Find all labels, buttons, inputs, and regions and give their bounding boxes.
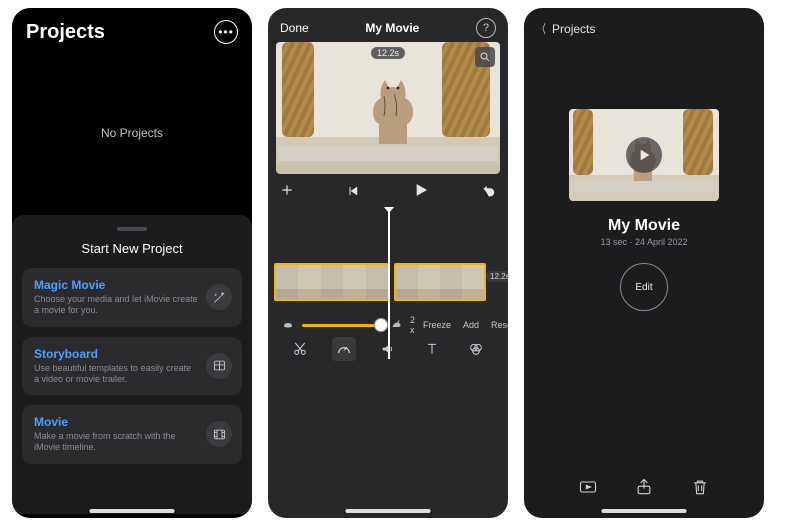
share-button[interactable] [634, 477, 654, 502]
projects-screen: Projects ••• No Projects Start New Proje… [12, 8, 252, 518]
speed-slider[interactable] [302, 324, 382, 327]
undo-button[interactable] [482, 183, 496, 202]
timeline-clip[interactable] [274, 263, 390, 301]
clip-duration-label: 12.2s [486, 271, 508, 282]
more-button[interactable]: ••• [214, 20, 238, 44]
option-title: Magic Movie [34, 278, 198, 292]
reset-button[interactable]: Reset [491, 320, 508, 330]
project-meta: 13 sec · 24 April 2022 [600, 237, 687, 247]
project-detail-screen: 〈 Projects My Movie 13 sec · 24 April 20… [524, 8, 764, 518]
play-project-button[interactable] [578, 477, 598, 502]
sheet-grabber[interactable] [117, 227, 147, 231]
duration-badge: 12.2s [371, 47, 405, 59]
option-magic-movie[interactable]: Magic Movie Choose your media and let iM… [22, 268, 242, 327]
empty-state-text: No Projects [12, 50, 252, 215]
wand-icon [206, 284, 232, 310]
option-subtitle: Make a movie from scratch with the iMovi… [34, 431, 198, 454]
zoom-button[interactable] [475, 47, 495, 67]
back-button[interactable]: 〈 Projects [524, 8, 764, 49]
volume-tool[interactable] [376, 337, 400, 361]
video-preview[interactable]: 12.2s [276, 42, 500, 174]
play-overlay-icon [626, 137, 662, 173]
timeline-clip[interactable] [394, 263, 486, 301]
sheet-title: Start New Project [12, 241, 252, 256]
prev-frame-button[interactable] [347, 184, 359, 202]
toolbar [268, 331, 508, 367]
add-button[interactable]: Add [463, 320, 479, 330]
delete-button[interactable] [690, 477, 710, 502]
help-button[interactable]: ? [476, 18, 496, 38]
storyboard-icon [206, 353, 232, 379]
play-button[interactable] [413, 182, 429, 203]
editor-screen: Done My Movie ? 12.2s 12.2s [268, 8, 508, 518]
home-indicator[interactable] [602, 509, 687, 513]
platform [278, 147, 498, 161]
home-indicator[interactable] [90, 509, 175, 513]
filters-tool[interactable] [464, 337, 488, 361]
scratch-post-left [282, 42, 314, 137]
option-title: Movie [34, 415, 198, 429]
project-thumbnail[interactable] [569, 109, 719, 201]
cut-tool[interactable] [288, 337, 312, 361]
home-indicator[interactable] [346, 509, 431, 513]
project-title: My Movie [608, 217, 680, 235]
edit-button[interactable]: Edit [620, 263, 668, 311]
rabbit-icon [390, 318, 402, 332]
option-movie[interactable]: Movie Make a movie from scratch with the… [22, 405, 242, 464]
freeze-button[interactable]: Freeze [423, 320, 451, 330]
film-icon [206, 421, 232, 447]
cat-subject [364, 74, 418, 144]
add-media-button[interactable] [280, 183, 294, 202]
option-storyboard[interactable]: Storyboard Use beautiful templates to ea… [22, 337, 242, 396]
option-title: Storyboard [34, 347, 198, 361]
option-subtitle: Choose your media and let iMovie create … [34, 294, 198, 317]
done-button[interactable]: Done [280, 21, 309, 35]
option-subtitle: Use beautiful templates to easily create… [34, 363, 198, 386]
projects-title: Projects [26, 21, 105, 44]
speed-tool[interactable] [332, 337, 356, 361]
new-project-sheet: Start New Project Magic Movie Choose you… [12, 215, 252, 514]
editor-title: My Movie [365, 21, 419, 35]
titles-tool[interactable] [420, 337, 444, 361]
turtle-icon [282, 318, 294, 332]
chevron-left-icon: 〈 [538, 20, 545, 37]
timeline[interactable]: 12.2s 2 x Freeze Add Reset [268, 211, 508, 371]
back-label: Projects [552, 22, 595, 36]
